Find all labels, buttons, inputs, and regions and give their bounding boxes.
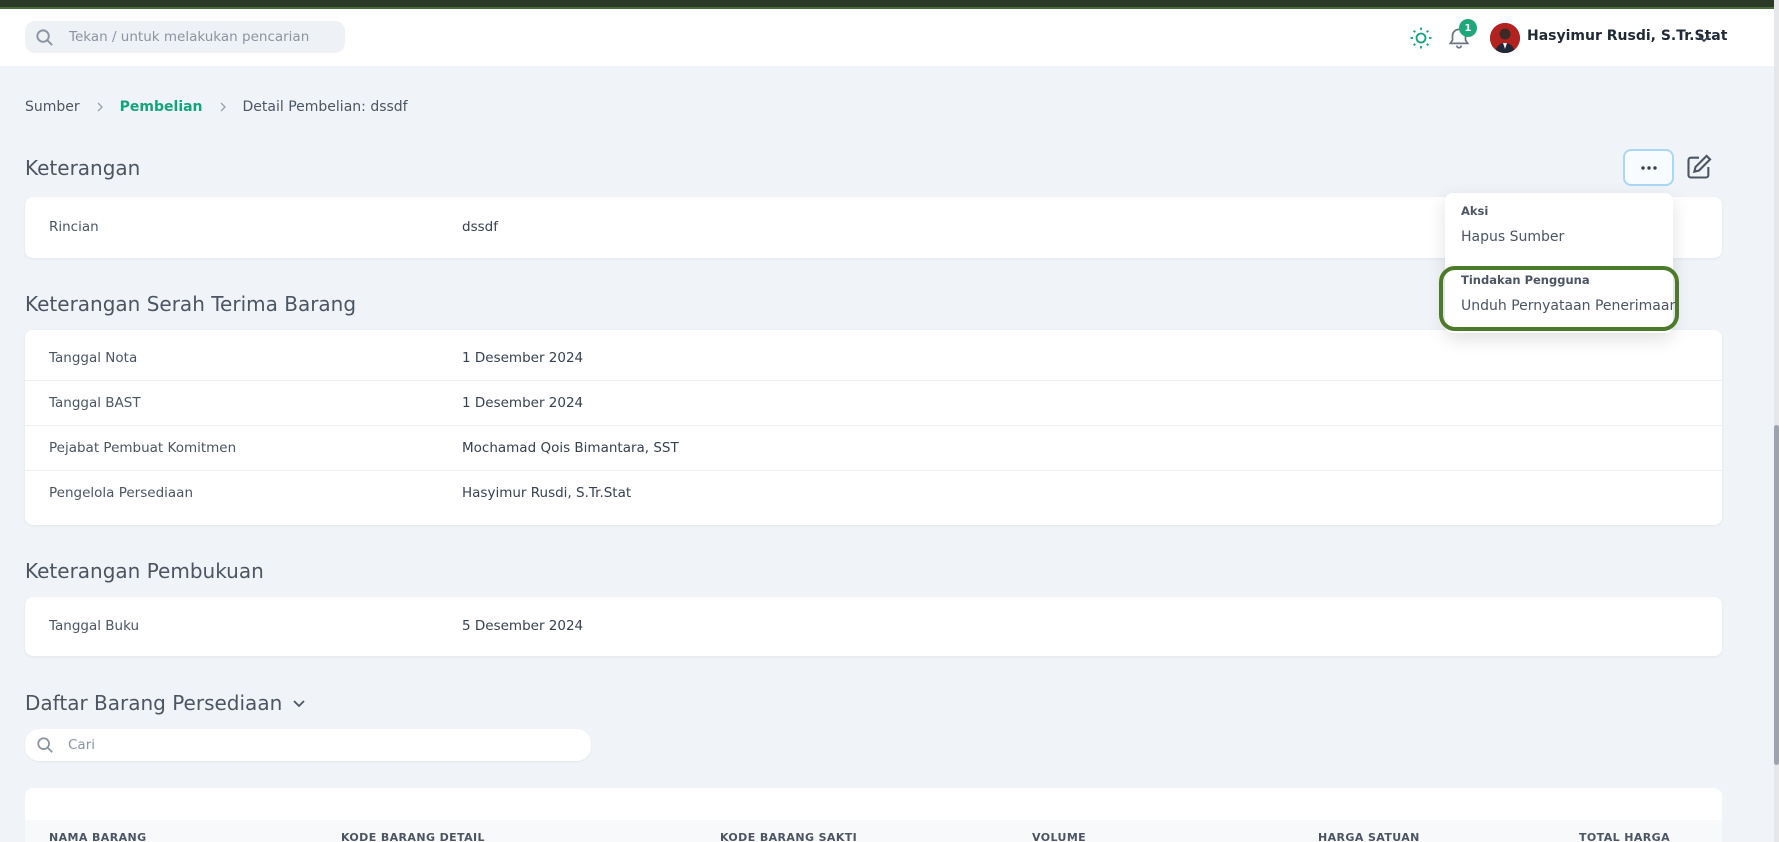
detail-row: Pengelola Persediaan Hasyimur Rusdi, S.T…	[25, 471, 1722, 516]
breadcrumb-item-sumber[interactable]: Sumber	[25, 99, 80, 115]
menu-item-hapus-sumber[interactable]: Hapus Sumber	[1461, 229, 1564, 245]
sun-icon[interactable]	[1409, 26, 1433, 50]
scrollbar-thumb[interactable]	[1774, 425, 1779, 765]
search-icon	[37, 737, 53, 753]
top-strip	[0, 0, 1779, 9]
detail-row: Tanggal Buku 5 Desember 2024	[25, 597, 1722, 656]
section-title-daftar-barang[interactable]: Daftar Barang Persediaan	[25, 691, 306, 715]
row-label: Pengelola Persediaan	[49, 485, 193, 501]
row-value: 5 Desember 2024	[462, 618, 584, 634]
breadcrumb: Sumber Pembelian Detail Pembelian: dssdf	[25, 99, 408, 115]
ellipsis-icon	[1640, 165, 1657, 170]
global-search[interactable]	[25, 21, 345, 53]
avatar[interactable]	[1490, 23, 1520, 53]
edit-icon[interactable]	[1685, 153, 1713, 181]
row-value: Mochamad Qois Bimantara, SST	[462, 440, 679, 456]
chevron-down-icon	[293, 700, 305, 708]
breadcrumb-item-pembelian[interactable]: Pembelian	[120, 99, 203, 115]
section-title-serah-terima: Keterangan Serah Terima Barang	[25, 292, 357, 316]
row-label: Tanggal Nota	[49, 350, 138, 366]
section-title-pembukuan: Keterangan Pembukuan	[25, 559, 264, 583]
row-label: Tanggal Buku	[49, 618, 140, 634]
row-label: Rincian	[49, 219, 99, 235]
barang-table: NAMA BARANG KODE BARANG DETAIL KODE BARA…	[25, 788, 1722, 842]
detail-row: Pejabat Pembuat Komitmen Mochamad Qois B…	[25, 426, 1722, 471]
column-header-kode-barang-sakti[interactable]: KODE BARANG SAKTI	[720, 831, 857, 842]
highlight-ring	[1439, 266, 1679, 331]
global-search-input[interactable]	[69, 29, 319, 45]
table-header	[25, 820, 1722, 842]
detail-row: Tanggal BAST 1 Desember 2024	[25, 381, 1722, 426]
breadcrumb-item-current: Detail Pembelian: dssdf	[242, 99, 408, 115]
search-icon	[36, 28, 53, 46]
dropdown-heading-aksi: Aksi	[1461, 204, 1489, 218]
notification-badge: 1	[1459, 19, 1477, 37]
section-title-keterangan: Keterangan	[25, 156, 141, 180]
chevron-right-icon	[220, 102, 226, 112]
row-label: Pejabat Pembuat Komitmen	[49, 440, 237, 456]
column-header-volume[interactable]: VOLUME	[1032, 831, 1086, 842]
column-header-nama-barang[interactable]: NAMA BARANG	[49, 831, 147, 842]
column-header-total-harga[interactable]: TOTAL HARGA	[1579, 831, 1670, 842]
table-search[interactable]	[25, 729, 591, 761]
table-search-input[interactable]	[68, 737, 548, 753]
daftar-barang-title: Daftar Barang Persediaan	[25, 691, 283, 715]
card-pembukuan: Tanggal Buku 5 Desember 2024	[25, 597, 1722, 656]
row-value: 1 Desember 2024	[462, 395, 584, 411]
chevron-down-icon[interactable]	[1697, 31, 1711, 45]
row-label: Tanggal BAST	[49, 395, 141, 411]
card-serah-terima: Tanggal Nota 1 Desember 2024 Tanggal BAS…	[25, 330, 1722, 525]
row-value: 1 Desember 2024	[462, 350, 584, 366]
column-header-kode-barang-detail[interactable]: KODE BARANG DETAIL	[341, 831, 485, 842]
row-value: Hasyimur Rusdi, S.Tr.Stat	[462, 485, 632, 501]
chevron-right-icon	[97, 102, 103, 112]
detail-row: Tanggal Nota 1 Desember 2024	[25, 336, 1722, 381]
top-header: 1 Hasyimur Rusdi, S.Tr.Stat	[0, 9, 1774, 66]
more-actions-button[interactable]	[1623, 149, 1674, 186]
row-value: dssdf	[462, 219, 498, 235]
column-header-harga-satuan[interactable]: HARGA SATUAN	[1318, 831, 1420, 842]
